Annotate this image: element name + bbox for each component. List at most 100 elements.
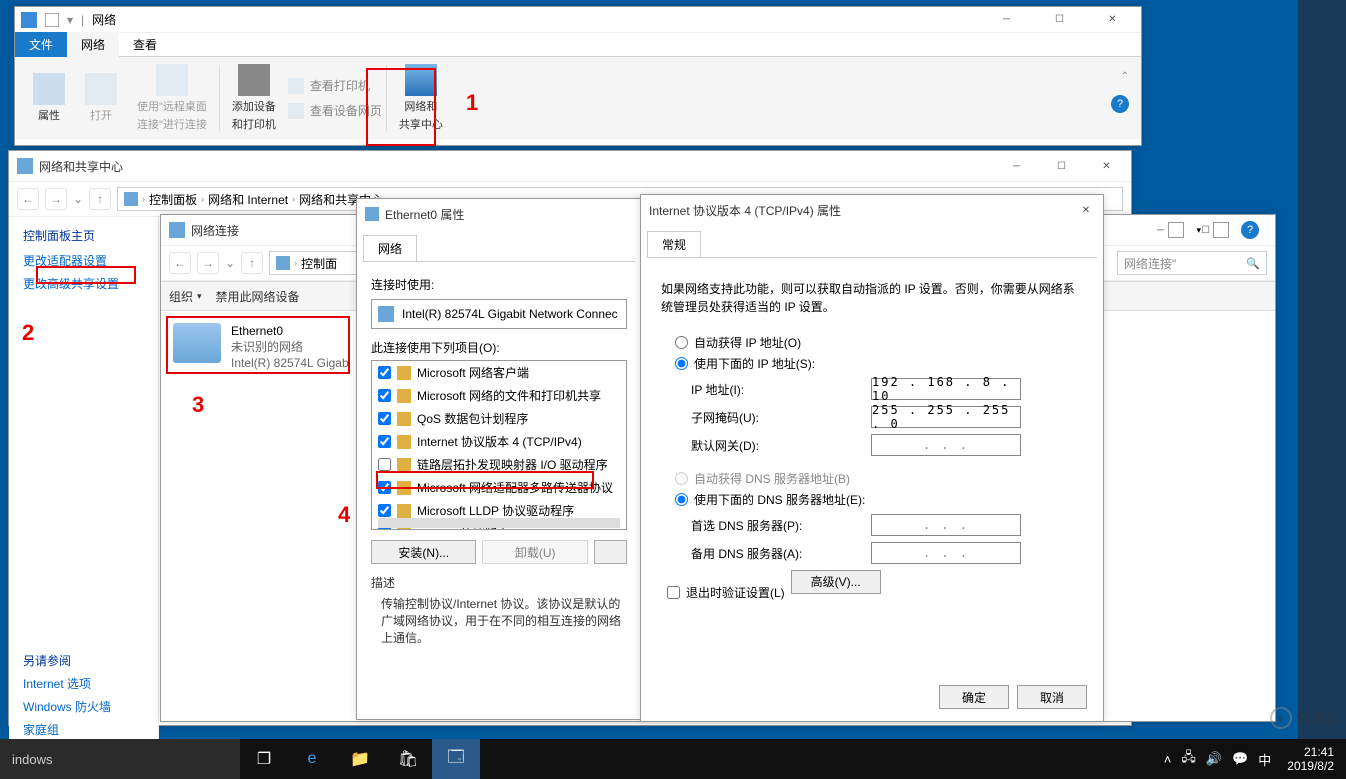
pref-dns-input[interactable]: . . .	[871, 514, 1021, 536]
tab-file[interactable]: 文件	[15, 32, 67, 57]
gateway-input[interactable]: . . .	[871, 434, 1021, 456]
minimize-button[interactable]: ─	[984, 6, 1029, 34]
advanced-button[interactable]: 高级(V)...	[791, 570, 881, 594]
file-explorer-button[interactable]: 📁	[336, 739, 384, 779]
subnet-input[interactable]: 255 . 255 . 255 . 0	[871, 406, 1021, 428]
close-button[interactable]: ✕	[1071, 196, 1101, 224]
back-button[interactable]: ←	[17, 188, 39, 210]
forward-button[interactable]: →	[45, 188, 67, 210]
device-name-text: Intel(R) 82574L Gigabit Network Connec	[402, 307, 618, 321]
view-details-icon[interactable]	[1213, 222, 1229, 238]
tab-network[interactable]: 网络	[67, 32, 119, 57]
notification-icon[interactable]: 💬	[1232, 751, 1248, 767]
history-dropdown-icon[interactable]: ⌄	[73, 192, 83, 206]
ime-icon[interactable]: 中	[1258, 750, 1271, 769]
running-app-button[interactable]: 🗔	[432, 739, 480, 779]
properties-button[interactable]: 属性	[25, 61, 73, 135]
nc-title-icon	[169, 222, 185, 238]
tray-up-icon[interactable]: ˄	[1164, 752, 1172, 767]
annotation-1: 1	[466, 90, 478, 116]
use-ip-radio[interactable]: 使用下面的 IP 地址(S):	[675, 355, 1083, 372]
breadcrumb-icon	[276, 256, 290, 270]
use-dns-radio[interactable]: 使用下面的 DNS 服务器地址(E):	[675, 491, 1083, 508]
component-icon	[397, 458, 411, 472]
organize-menu[interactable]: 组织 ▾	[169, 288, 202, 305]
description-text: 传输控制协议/Internet 协议。该协议是默认的广域网络协议，用于在不同的相…	[371, 595, 627, 646]
view-layout-icon[interactable]	[1168, 222, 1184, 238]
list-item[interactable]: Microsoft 网络客户端	[372, 361, 626, 384]
task-view-button[interactable]: ❐	[240, 739, 288, 779]
search-box[interactable]: indows	[0, 739, 240, 779]
item-checkbox[interactable]	[378, 504, 391, 517]
ribbon: 属性 打开 使用"远程桌面连接"进行连接 添加设备和打印机 查看打印机 查看设备…	[15, 57, 1141, 139]
list-item-tcpipv4[interactable]: Internet 协议版本 4 (TCP/IPv4)	[372, 430, 626, 453]
annotation-2: 2	[22, 320, 34, 346]
item-checkbox[interactable]	[378, 435, 391, 448]
see-also-link[interactable]: Windows 防火墙	[23, 698, 144, 715]
ribbon-collapse-icon[interactable]: ⌃	[1121, 71, 1129, 82]
see-also-link[interactable]: 家庭组	[23, 721, 144, 738]
add-device-button[interactable]: 添加设备和打印机	[224, 61, 284, 135]
clock[interactable]: 21:41 2019/8/2	[1281, 745, 1340, 773]
annotation-box-2	[36, 266, 136, 284]
breadcrumb-item[interactable]: 控制面	[301, 255, 337, 272]
network-explorer-window: ▾ | 网络 ─ ☐ ✕ 文件 网络 查看 属性 打开 使用"远程桌面连接"进行…	[14, 6, 1142, 146]
watermark-icon: ◐	[1270, 707, 1292, 729]
forward-button[interactable]: →	[197, 252, 219, 274]
close-button[interactable]: ✕	[1084, 152, 1129, 180]
disable-device-button[interactable]: 禁用此网络设备	[216, 288, 300, 305]
rdp-button: 使用"远程桌面连接"进行连接	[129, 61, 215, 135]
install-button[interactable]: 安装(N)...	[371, 540, 476, 564]
ip-input[interactable]: 192 . 168 . 8 . 10	[871, 378, 1021, 400]
close-button[interactable]: ✕	[1090, 6, 1135, 34]
help-icon[interactable]: ?	[1111, 95, 1129, 113]
breadcrumb-item[interactable]: 网络和 Internet	[208, 191, 288, 208]
cancel-button[interactable]: 取消	[1017, 685, 1087, 709]
back-button[interactable]: ←	[169, 252, 191, 274]
history-dropdown-icon[interactable]: ⌄	[225, 256, 235, 270]
item-checkbox[interactable]	[378, 389, 391, 402]
see-also-link[interactable]: Internet 选项	[23, 675, 144, 692]
maximize-button[interactable]: ☐	[1039, 152, 1084, 180]
breadcrumb-item[interactable]: 控制面板	[149, 191, 197, 208]
scrollbar[interactable]	[378, 518, 620, 528]
minimize-button[interactable]: ─	[994, 152, 1039, 180]
annotation-4: 4	[338, 502, 350, 528]
volume-icon[interactable]: 🔊	[1206, 751, 1222, 767]
printer-icon	[238, 64, 270, 96]
qat-checkbox-icon[interactable]	[45, 13, 59, 27]
qat-dropdown-icon[interactable]: ▾	[67, 13, 73, 27]
help-icon[interactable]: ?	[1241, 221, 1259, 239]
store-button[interactable]: 🛍	[384, 739, 432, 779]
ip-label: IP 地址(I):	[691, 381, 861, 398]
auto-ip-radio[interactable]: 自动获得 IP 地址(O)	[675, 334, 1083, 351]
search-input[interactable]: 网络连接" 🔍	[1117, 251, 1267, 275]
item-checkbox[interactable]	[378, 366, 391, 379]
component-icon	[397, 504, 411, 518]
taskbar: indows ❐ e 📁 🛍 🗔 ˄ 🖧 🔊 💬 中 21:41 2019/8/…	[0, 739, 1346, 779]
item-checkbox[interactable]	[378, 412, 391, 425]
uninstall-button: 卸载(U)	[482, 540, 587, 564]
ok-button[interactable]: 确定	[939, 685, 1009, 709]
tab-network[interactable]: 网络	[363, 235, 417, 261]
items-listbox[interactable]: Microsoft 网络客户端 Microsoft 网络的文件和打印机共享 Qo…	[371, 360, 627, 530]
tab-general[interactable]: 常规	[647, 231, 701, 257]
alt-dns-input[interactable]: . . .	[871, 542, 1021, 564]
watermark: ◐ 亿速云	[1270, 707, 1338, 729]
quick-access-toolbar: ▾ | 网络 ─ ☐ ✕	[15, 7, 1141, 33]
item-checkbox[interactable]	[378, 458, 391, 471]
list-item[interactable]: Microsoft 网络的文件和打印机共享	[372, 384, 626, 407]
sidebar-title[interactable]: 控制面板主页	[23, 227, 144, 244]
edge-button[interactable]: e	[288, 739, 336, 779]
tab-view[interactable]: 查看	[119, 32, 171, 57]
sharing-center-title-icon	[17, 158, 33, 174]
rdp-icon	[156, 64, 188, 96]
annotation-3: 3	[192, 392, 204, 418]
up-button[interactable]: ↑	[241, 252, 263, 274]
breadcrumb[interactable]: › 控制面	[269, 251, 359, 275]
network-tray-icon[interactable]: 🖧	[1181, 748, 1196, 770]
list-item[interactable]: QoS 数据包计划程序	[372, 407, 626, 430]
up-button[interactable]: ↑	[89, 188, 111, 210]
maximize-button[interactable]: ☐	[1037, 6, 1082, 34]
validate-checkbox[interactable]	[667, 586, 680, 599]
